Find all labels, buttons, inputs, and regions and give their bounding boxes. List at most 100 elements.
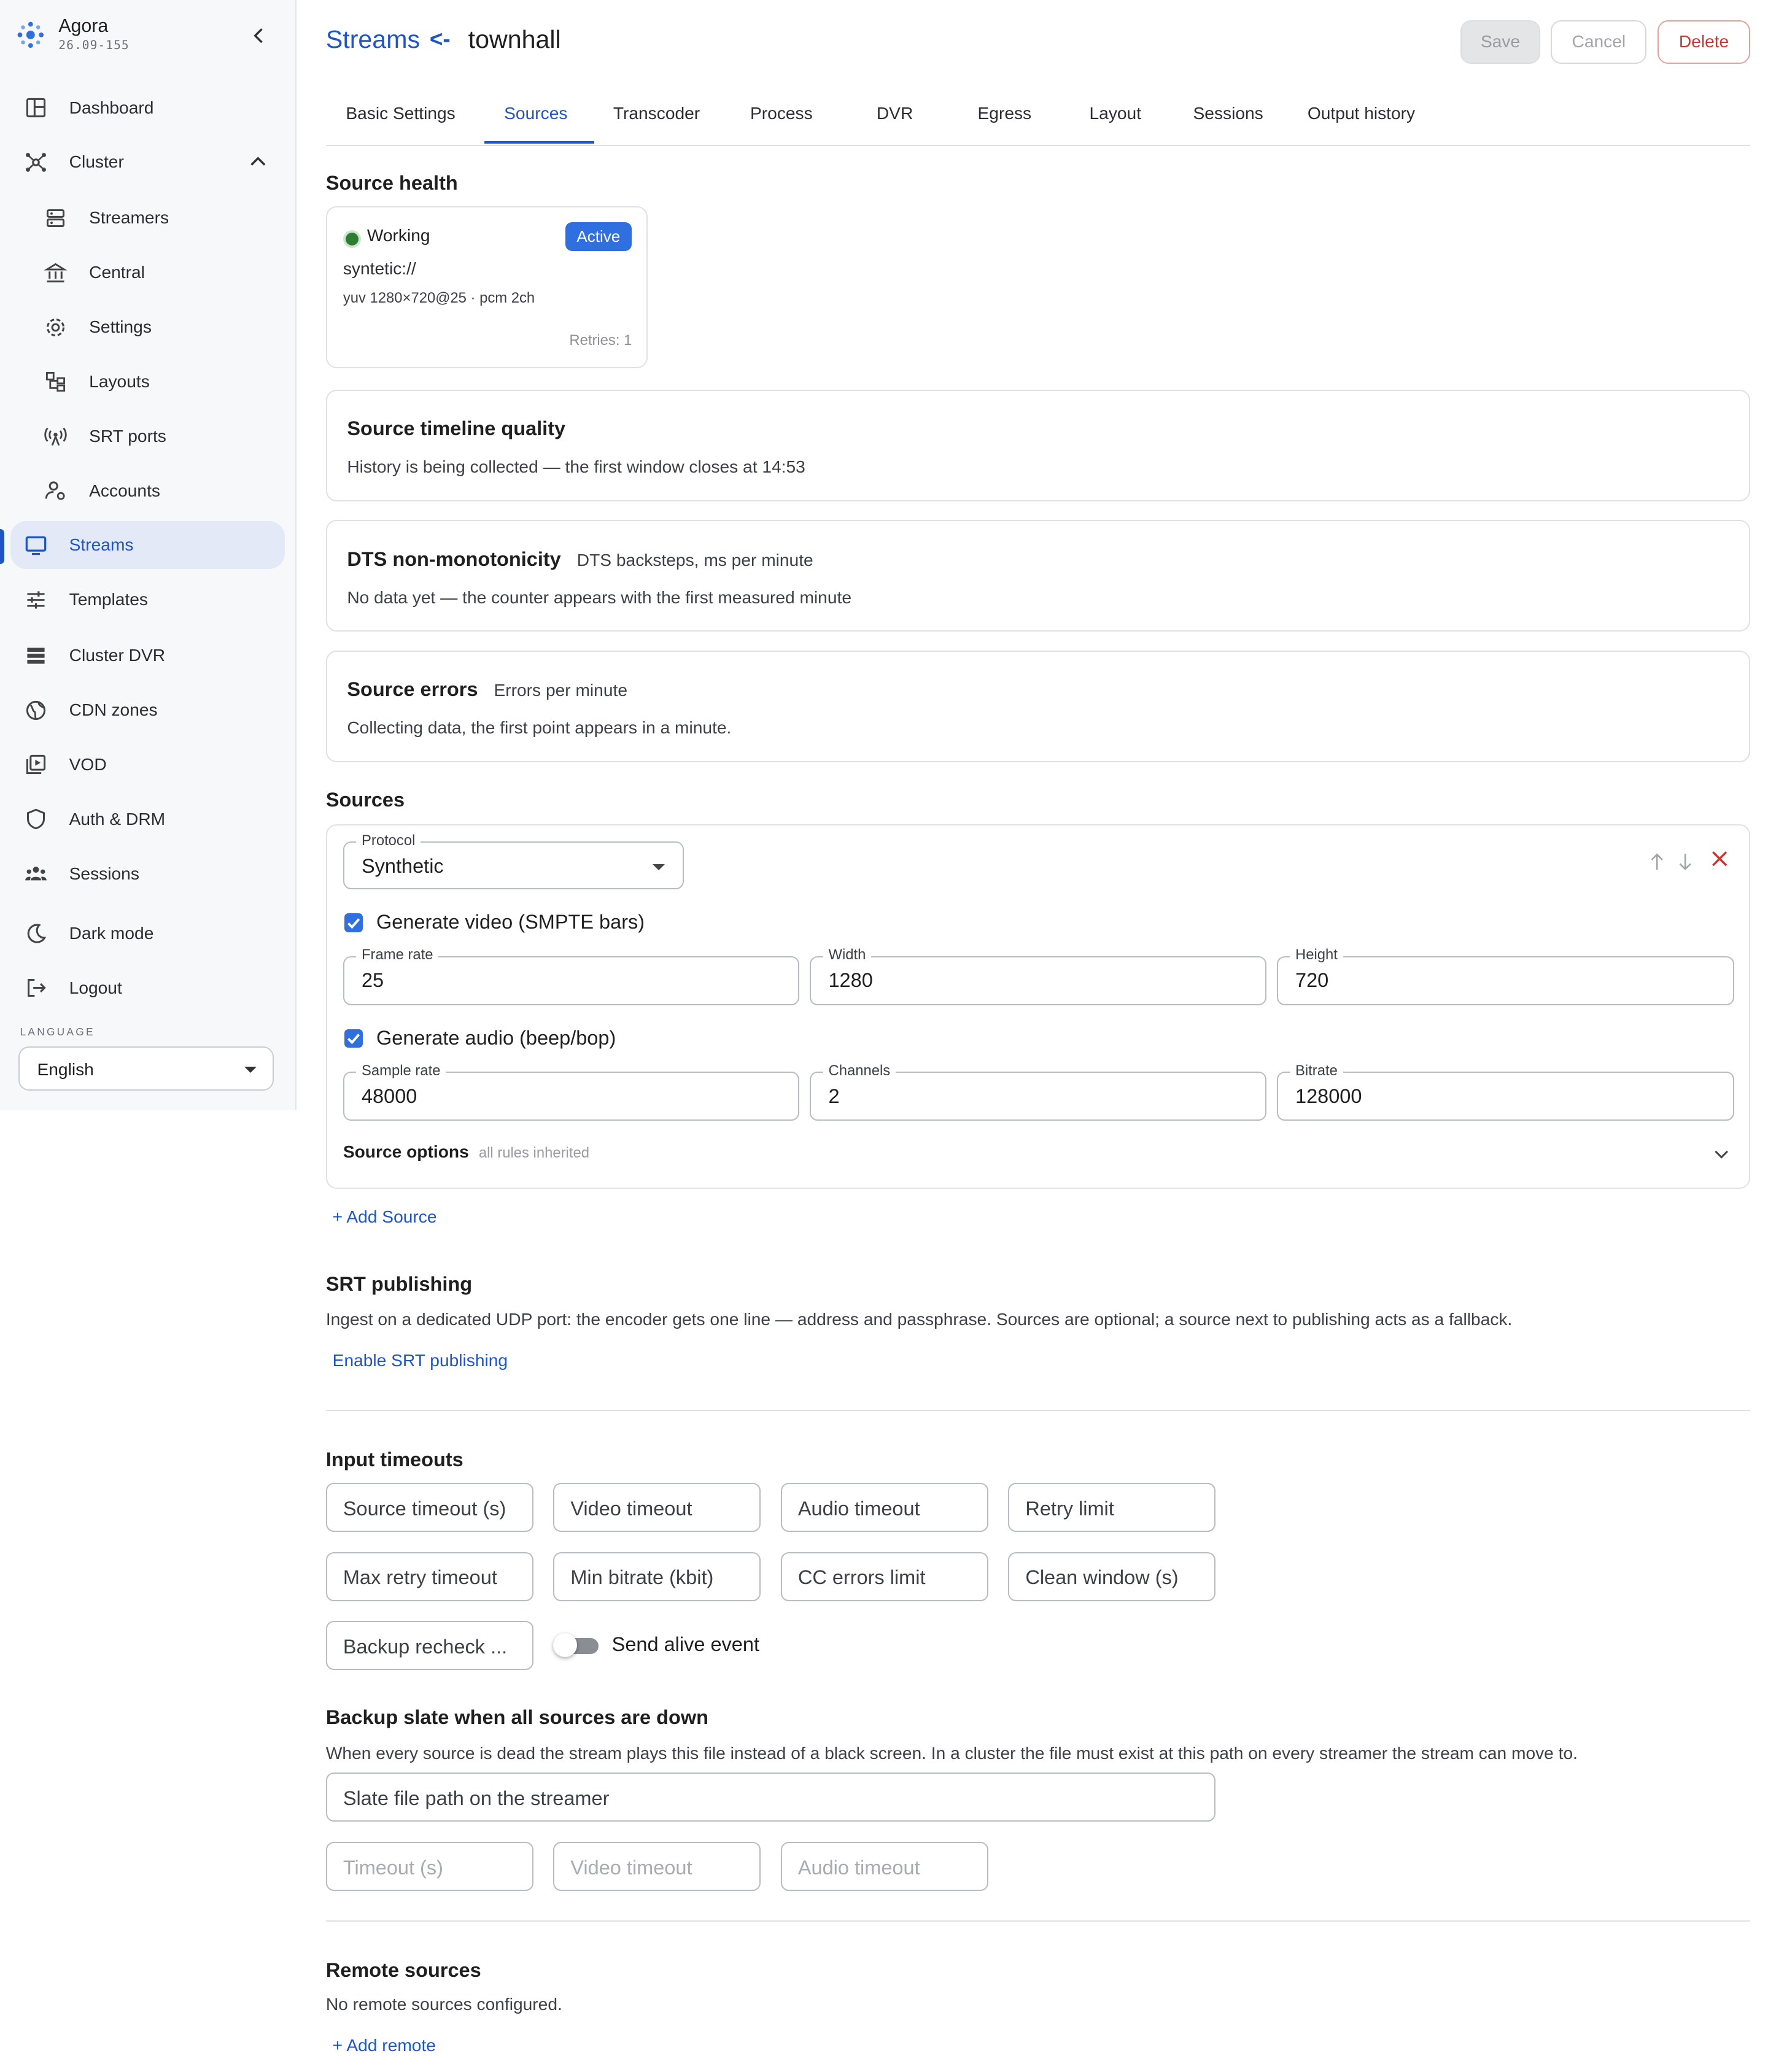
placeholder: Max retry timeout — [343, 1566, 497, 1589]
sidebar-item-label: Accounts — [89, 481, 160, 500]
collapse-sidebar-button[interactable] — [245, 21, 274, 51]
tab-output-history[interactable]: Output history — [1308, 104, 1415, 123]
slate-timeout-input[interactable]: Timeout (s) — [325, 1841, 533, 1892]
sidebar-item-label: Dark mode — [69, 924, 154, 943]
bitrate-field[interactable]: Bitrate 128000 — [1276, 1062, 1735, 1121]
generate-video-checkbox[interactable] — [344, 913, 363, 932]
move-up-icon[interactable] — [1648, 852, 1666, 871]
sidebar-item-label: Sessions — [69, 864, 139, 883]
sample-rate-value: 48000 — [361, 1084, 417, 1107]
tab-sessions[interactable]: Sessions — [1193, 104, 1263, 123]
breadcrumb-streams[interactable]: Streams — [326, 25, 420, 54]
sample-rate-field[interactable]: Sample rate 48000 — [343, 1062, 799, 1121]
channels-value: 2 — [828, 1084, 840, 1107]
sidebar-item-label: Auth & DRM — [69, 809, 166, 829]
channels-field[interactable]: Channels 2 — [810, 1062, 1266, 1121]
move-down-icon[interactable] — [1676, 852, 1694, 871]
input-timeouts-heading: Input timeouts — [325, 1448, 463, 1471]
height-label: Height — [1290, 946, 1343, 964]
sidebar-item-label: VOD — [69, 754, 107, 774]
dts-subtitle: DTS backsteps, ms per minute — [576, 550, 813, 570]
slate-audio-timeout-input[interactable]: Audio timeout — [780, 1841, 988, 1892]
sidebar-item-auth-drm[interactable]: Auth & DRM — [10, 795, 284, 843]
send-alive-label: Send alive event — [611, 1633, 759, 1655]
sidebar-item-dark-mode[interactable]: Dark mode — [10, 910, 284, 957]
srt-heading: SRT publishing — [325, 1272, 473, 1295]
user-settings-icon — [45, 481, 66, 500]
tab-process[interactable]: Process — [750, 104, 813, 123]
send-alive-toggle[interactable] — [553, 1633, 599, 1657]
sidebar-item-vod[interactable]: VOD — [10, 741, 284, 789]
add-source-button[interactable]: + Add Source — [333, 1207, 437, 1227]
tab-bar: Basic Settings Sources Transcoder Proces… — [325, 88, 1751, 147]
caret-down-icon — [653, 864, 665, 870]
sidebar-item-sessions[interactable]: Sessions — [10, 850, 284, 898]
audio-timeout-input[interactable]: Audio timeout — [780, 1482, 988, 1533]
slate-video-timeout-input[interactable]: Video timeout — [553, 1841, 761, 1892]
cancel-button[interactable]: Cancel — [1551, 20, 1647, 64]
generate-audio-checkbox[interactable] — [344, 1029, 363, 1048]
frame-rate-field[interactable]: Frame rate 25 — [343, 946, 799, 1005]
sidebar-item-logout[interactable]: Logout — [10, 964, 284, 1012]
moon-icon — [27, 923, 47, 943]
sidebar-item-templates[interactable]: Templates — [10, 576, 284, 624]
clean-window-input[interactable]: Clean window (s) — [1008, 1552, 1216, 1601]
source-format: yuv 1280×720@25 · pcm 2ch — [343, 290, 535, 307]
save-button[interactable]: Save — [1460, 20, 1541, 64]
logout-icon — [28, 979, 46, 997]
sidebar-item-label: Logout — [69, 978, 122, 997]
sidebar-item-cdn-zones[interactable]: CDN zones — [10, 686, 284, 734]
brand[interactable]: Agora 26.09-155 — [16, 16, 130, 53]
back-arrow-icon[interactable]: <- — [430, 26, 451, 52]
add-remote-button[interactable]: + Add remote — [333, 2036, 436, 2055]
dts-title: DTS non-monotonicity — [347, 547, 561, 570]
sidebar-item-cluster[interactable]: Cluster — [10, 138, 284, 186]
chevron-down-icon[interactable] — [1712, 1145, 1731, 1163]
sidebar-item-streamers[interactable]: Streamers — [10, 194, 284, 242]
agora-logo-icon — [17, 21, 44, 48]
cc-errors-limit-input[interactable]: CC errors limit — [780, 1552, 988, 1601]
video-library-icon — [26, 755, 46, 775]
dashboard-icon — [26, 98, 46, 118]
sidebar: Agora 26.09-155 Dashboard Cluster Stream… — [0, 0, 297, 1111]
sidebar-item-accounts[interactable]: Accounts — [10, 467, 284, 515]
tab-transcoder[interactable]: Transcoder — [613, 104, 700, 123]
language-select[interactable]: English — [18, 1046, 274, 1091]
sidebar-item-streams[interactable]: Streams — [10, 521, 285, 570]
tab-basic-settings[interactable]: Basic Settings — [346, 104, 455, 123]
delete-button[interactable]: Delete — [1657, 20, 1751, 64]
sidebar-item-srt-ports[interactable]: SRT ports — [10, 412, 284, 460]
tab-egress[interactable]: Egress — [978, 104, 1032, 123]
sample-rate-label: Sample rate — [356, 1062, 446, 1080]
sidebar-item-central[interactable]: Central — [10, 249, 284, 296]
sidebar-item-layouts[interactable]: Layouts — [10, 358, 284, 406]
sidebar-item-dashboard[interactable]: Dashboard — [10, 84, 284, 132]
sidebar-item-label: Streams — [69, 535, 134, 555]
min-bitrate-input[interactable]: Min bitrate (kbit) — [553, 1552, 761, 1601]
sidebar-item-settings[interactable]: Settings — [10, 303, 284, 351]
placeholder: Min bitrate (kbit) — [570, 1566, 714, 1589]
sidebar-item-label: Dashboard — [69, 98, 154, 117]
retry-limit-input[interactable]: Retry limit — [1008, 1482, 1216, 1533]
app-version: 26.09-155 — [58, 37, 130, 52]
tab-sources[interactable]: Sources — [504, 104, 567, 123]
protocol-select[interactable]: Protocol Synthetic — [343, 832, 684, 890]
tab-dvr[interactable]: DVR — [877, 104, 913, 123]
tab-layout[interactable]: Layout — [1090, 104, 1142, 123]
sidebar-item-cluster-dvr[interactable]: Cluster DVR — [10, 632, 284, 679]
max-retry-timeout-input[interactable]: Max retry timeout — [325, 1552, 533, 1601]
height-field[interactable]: Height 720 — [1276, 946, 1735, 1005]
height-value: 720 — [1295, 969, 1329, 992]
remove-source-icon[interactable] — [1710, 849, 1729, 868]
backup-recheck-input[interactable]: Backup recheck ... — [325, 1621, 533, 1671]
timeline-title: Source timeline quality — [347, 417, 566, 440]
placeholder: Clean window (s) — [1025, 1566, 1179, 1589]
source-options-title[interactable]: Source options — [343, 1142, 469, 1162]
width-field[interactable]: Width 1280 — [810, 946, 1266, 1005]
retries-count: Retries: 1 — [569, 332, 632, 349]
layouts-icon — [46, 372, 66, 392]
video-timeout-input[interactable]: Video timeout — [553, 1482, 761, 1533]
source-timeout-input[interactable]: Source timeout (s) — [325, 1482, 533, 1533]
slate-path-input[interactable]: Slate file path on the streamer — [325, 1772, 1216, 1822]
enable-srt-button[interactable]: Enable SRT publishing — [333, 1351, 508, 1370]
